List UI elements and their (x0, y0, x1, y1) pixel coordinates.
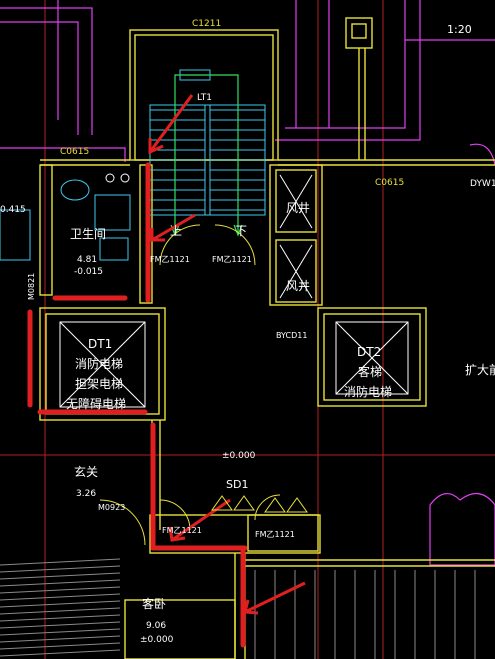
dt1-line1: 消防电梯 (75, 356, 123, 371)
left-window-tag: C0615 (60, 147, 89, 157)
hatch (0, 558, 476, 659)
hatch-line (0, 642, 121, 650)
bedroom-name: 客卧 (142, 596, 166, 611)
door-bottom-right-tag: FM乙1121 (255, 530, 295, 539)
stair-down-label: 下 (235, 224, 247, 238)
hatch-line (0, 572, 121, 580)
shaft-upper-label: 风井 (286, 201, 310, 215)
door-right-tag: FM乙1121 (212, 255, 252, 264)
hatch-line (0, 607, 121, 615)
foyer-area: 3.26 (76, 489, 96, 499)
dt2-tag: DT2 (357, 345, 381, 359)
right-code-tag: DYW1 (470, 179, 495, 189)
door-left-tag: FM乙1121 (150, 255, 190, 264)
stair-tag: LT1 (197, 93, 212, 103)
hatch-line (0, 635, 121, 643)
dt2-line2: 消防电梯 (344, 384, 392, 399)
bedroom-area: 9.06 (146, 621, 166, 631)
cad-floor-plan: 1:20 C1211 LT1 上 下 C0615 C0615 DYW1 0.41… (0, 0, 495, 659)
level-mark: ±0.000 (222, 451, 256, 461)
hatch-line (0, 628, 121, 636)
foyer-door-tag: M0923 (98, 503, 125, 512)
dt1-line3: 无障碍电梯 (66, 396, 126, 411)
hatch-line (0, 565, 121, 573)
top-window-tag: C1211 (192, 19, 221, 29)
right-window-tag: C0615 (375, 178, 404, 188)
door-left-side-tag: M0821 (27, 273, 36, 300)
hatch-line (0, 558, 121, 566)
plan-drawing: 1:20 C1211 LT1 上 下 C0615 C0615 DYW1 0.41… (0, 0, 495, 659)
hatch-line (0, 593, 121, 601)
dt2-line1: 客梯 (358, 364, 382, 379)
right-room-label: 扩大前 (465, 362, 495, 377)
shaft-lower-label: 风井 (286, 279, 310, 293)
hatch-line (0, 614, 121, 622)
hatch-line (0, 586, 121, 594)
stair-treads (149, 69, 266, 216)
bathroom-level: -0.015 (74, 267, 103, 277)
door-swings (99, 224, 281, 546)
hatch-line (0, 600, 121, 608)
bedroom-level: ±0.000 (140, 635, 174, 645)
hatch-line (0, 649, 121, 657)
hatch-line (0, 579, 121, 587)
bathroom-area: 4.81 (77, 255, 97, 265)
dt1-tag: DT1 (88, 337, 112, 351)
dt1-line2: 担架电梯 (75, 377, 123, 391)
bathroom-name: 卫生间 (70, 227, 106, 241)
door-box-tag: BYCD11 (276, 331, 307, 340)
bathroom-fixtures (0, 173, 131, 261)
sd-tag: SD1 (226, 478, 248, 491)
stair-up-label: 上 (170, 224, 182, 238)
foyer-name: 玄关 (74, 464, 98, 479)
small-left-tag: 0.415 (0, 205, 26, 215)
door-bottom-left-tag: FM乙1121 (162, 526, 202, 535)
scale-label: 1:20 (447, 23, 472, 36)
hatch-line (0, 621, 121, 629)
